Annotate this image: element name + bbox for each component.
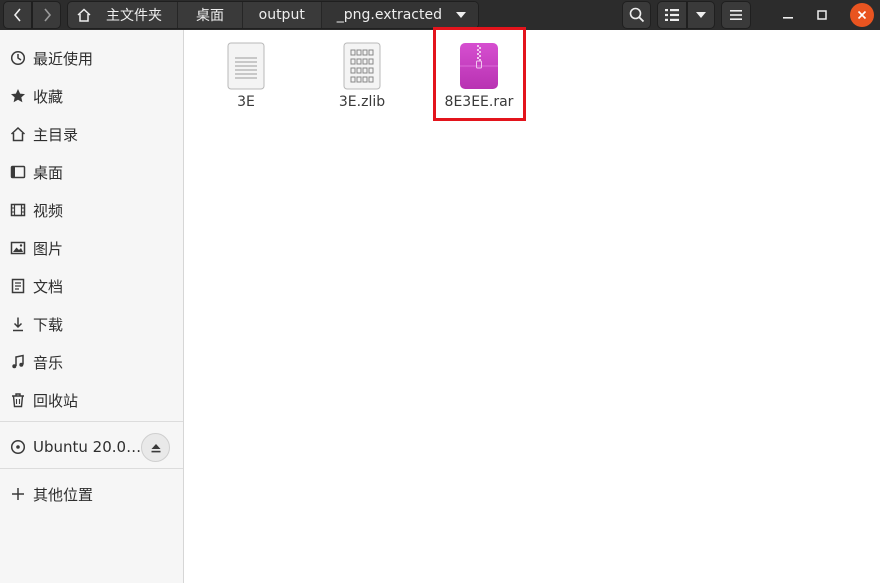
- list-view-icon: [665, 9, 679, 21]
- sidebar-item-label: 其他位置: [33, 485, 94, 504]
- sidebar-item-label: 音乐: [33, 353, 64, 372]
- file-name: 3E.zlib: [338, 94, 386, 110]
- sidebar-item-documents[interactable]: 文档: [0, 267, 183, 305]
- close-button[interactable]: [850, 3, 874, 27]
- sidebar-item-label: 主目录: [33, 125, 79, 144]
- sidebar-divider: [0, 421, 183, 422]
- music-icon: [9, 353, 27, 371]
- sidebar-item-other-locations[interactable]: 其他位置: [0, 475, 183, 513]
- chevron-left-icon: [13, 8, 21, 22]
- sidebar-item-label: 收藏: [33, 87, 64, 106]
- sidebar-item-label: 图片: [33, 239, 64, 258]
- sidebar-item-label: 视频: [33, 201, 64, 220]
- chevron-right-icon: [43, 8, 51, 22]
- sidebar-item-desktop[interactable]: 桌面: [0, 153, 183, 191]
- plus-icon: [9, 485, 27, 503]
- binary-file-icon: [343, 42, 381, 90]
- breadcrumb-home[interactable]: 主文件夹: [68, 2, 179, 28]
- sidebar-item-home[interactable]: 主目录: [0, 115, 183, 153]
- view-options-button[interactable]: [687, 1, 715, 29]
- sidebar: 最近使用 收藏 主目录 桌面 视频 图片 文档 下载 音乐 回收站 Ubuntu…: [0, 30, 184, 583]
- disc-icon: [9, 438, 27, 456]
- desktop-icon: [9, 163, 27, 181]
- sidebar-item-music[interactable]: 音乐: [0, 343, 183, 381]
- sidebar-item-label: Ubuntu 20.0…: [33, 438, 142, 456]
- sidebar-item-label: 下载: [33, 315, 64, 334]
- clock-icon: [9, 49, 27, 67]
- download-icon: [9, 315, 27, 333]
- picture-icon: [9, 239, 27, 257]
- file-view: 3E 3E.zlib 8E3EE.rar: [185, 27, 880, 583]
- menu-button[interactable]: [721, 1, 751, 29]
- trash-icon: [9, 391, 27, 409]
- caret-down-icon: [456, 12, 466, 18]
- maximize-icon: [817, 10, 827, 20]
- breadcrumb-label: 桌面: [196, 8, 225, 24]
- search-button[interactable]: [622, 1, 651, 29]
- breadcrumb-desktop[interactable]: 桌面: [178, 2, 243, 28]
- caret-down-icon: [696, 12, 706, 18]
- breadcrumb-label: _png.extracted: [336, 7, 442, 23]
- minimize-button[interactable]: [774, 1, 802, 29]
- breadcrumb-label: output: [258, 7, 305, 23]
- header-bar: 主文件夹 桌面 output _png.extracted: [0, 0, 880, 30]
- sidebar-item-videos[interactable]: 视频: [0, 191, 183, 229]
- minimize-icon: [783, 17, 793, 19]
- sidebar-item-label: 最近使用: [33, 49, 94, 68]
- hamburger-icon: [730, 10, 742, 20]
- file-item-3e[interactable]: 3E: [201, 38, 291, 118]
- breadcrumb-label: 主文件夹: [106, 8, 162, 24]
- sidebar-item-trash[interactable]: 回收站: [0, 381, 183, 419]
- search-icon: [629, 7, 644, 23]
- document-icon: [9, 277, 27, 295]
- breadcrumb-current[interactable]: _png.extracted: [321, 2, 478, 28]
- video-icon: [9, 201, 27, 219]
- sidebar-item-label: 文档: [33, 277, 64, 296]
- forward-button[interactable]: [32, 1, 61, 29]
- sidebar-item-recent[interactable]: 最近使用: [0, 39, 183, 77]
- home-icon: [77, 8, 91, 22]
- eject-icon: [151, 443, 160, 452]
- breadcrumb-output[interactable]: output: [243, 2, 322, 28]
- maximize-button[interactable]: [808, 1, 836, 29]
- sidebar-divider: [0, 468, 183, 469]
- sidebar-item-downloads[interactable]: 下载: [0, 305, 183, 343]
- file-item-3e-zlib[interactable]: 3E.zlib: [317, 38, 407, 118]
- highlight-box: [433, 27, 526, 121]
- close-icon: [857, 10, 867, 20]
- view-mode-button[interactable]: [657, 1, 687, 29]
- sidebar-item-pictures[interactable]: 图片: [0, 229, 183, 267]
- home-icon: [9, 125, 27, 143]
- breadcrumb: 主文件夹 桌面 output _png.extracted: [67, 1, 479, 29]
- text-file-icon: [227, 42, 265, 90]
- sidebar-item-label: 桌面: [33, 163, 64, 182]
- back-button[interactable]: [3, 1, 32, 29]
- sidebar-item-label: 回收站: [33, 391, 79, 410]
- star-icon: [9, 87, 27, 105]
- file-name: 3E: [237, 94, 255, 110]
- eject-button[interactable]: [141, 433, 170, 462]
- sidebar-item-starred[interactable]: 收藏: [0, 77, 183, 115]
